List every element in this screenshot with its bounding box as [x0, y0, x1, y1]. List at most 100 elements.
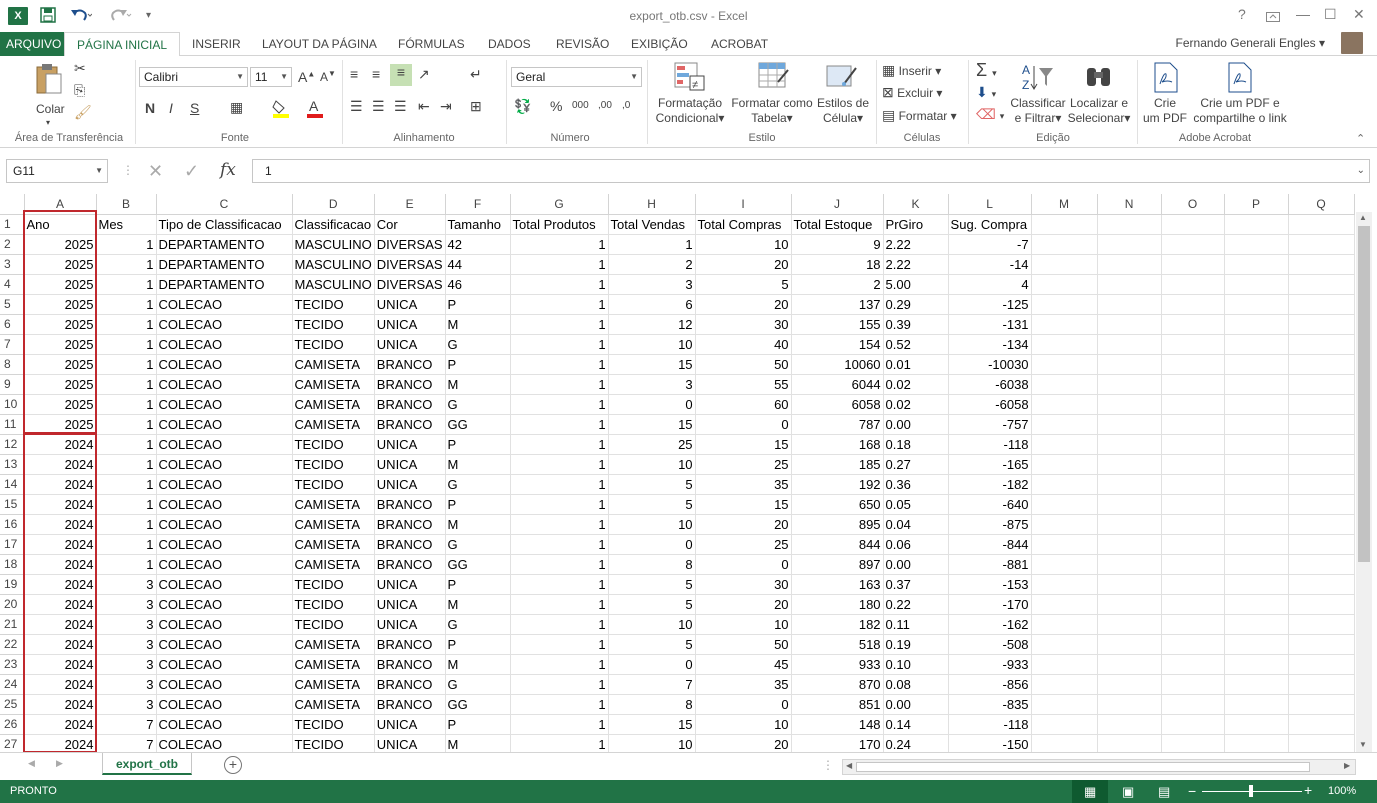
cell[interactable]: [1224, 434, 1289, 455]
cell[interactable]: [1224, 714, 1289, 735]
autosum-icon[interactable]: Σ ▾: [976, 60, 997, 81]
cell[interactable]: [1161, 614, 1225, 635]
cell[interactable]: 0.22: [883, 594, 949, 615]
cell[interactable]: [1031, 234, 1098, 255]
cell[interactable]: 3: [96, 594, 157, 615]
cell[interactable]: 2.22: [883, 254, 949, 275]
cell[interactable]: 182: [791, 614, 884, 635]
cell[interactable]: [1288, 294, 1355, 315]
cell[interactable]: [1031, 674, 1098, 695]
cell[interactable]: 787: [791, 414, 884, 435]
tab-split-grip-icon[interactable]: ⋮: [822, 758, 834, 772]
cell[interactable]: 3: [96, 694, 157, 715]
row-header[interactable]: 3: [0, 254, 25, 275]
cell[interactable]: 15: [695, 494, 792, 515]
cell[interactable]: 4: [948, 274, 1032, 295]
cell[interactable]: COLECAO: [156, 354, 293, 375]
cell[interactable]: BRANCO: [374, 354, 446, 375]
collapse-ribbon-icon[interactable]: ⌃: [1356, 132, 1365, 145]
cell[interactable]: 1: [96, 554, 157, 575]
ribbon-display-icon[interactable]: [1266, 9, 1280, 25]
cancel-formula-icon[interactable]: ✕: [148, 161, 163, 182]
cell[interactable]: 933: [791, 654, 884, 675]
cell[interactable]: 0.52: [883, 334, 949, 355]
cell[interactable]: 1: [96, 474, 157, 495]
select-all-corner[interactable]: [0, 194, 25, 215]
cell[interactable]: DEPARTAMENTO: [156, 234, 293, 255]
tab-revisao[interactable]: REVISÃO: [548, 32, 617, 56]
cell[interactable]: [1161, 254, 1225, 275]
cell[interactable]: CAMISETA: [292, 394, 375, 415]
row-header[interactable]: 2: [0, 234, 25, 255]
cell[interactable]: 5: [608, 634, 696, 655]
find-select-icon[interactable]: [1084, 62, 1114, 95]
cell[interactable]: 0.39: [883, 314, 949, 335]
cell[interactable]: [1224, 634, 1289, 655]
cell[interactable]: [1097, 374, 1162, 395]
cell[interactable]: CAMISETA: [292, 694, 375, 715]
cell[interactable]: COLECAO: [156, 694, 293, 715]
cell[interactable]: 1: [510, 694, 609, 715]
cell[interactable]: [1097, 314, 1162, 335]
cell[interactable]: [1224, 414, 1289, 435]
cell[interactable]: 185: [791, 454, 884, 475]
cell[interactable]: 12: [608, 314, 696, 335]
cell[interactable]: [1224, 734, 1289, 752]
cell[interactable]: 44: [445, 254, 511, 275]
cell[interactable]: 0.10: [883, 654, 949, 675]
cell[interactable]: MASCULINO: [292, 274, 375, 295]
cell[interactable]: [1097, 694, 1162, 715]
cell[interactable]: 7: [96, 714, 157, 735]
cell[interactable]: P: [445, 354, 511, 375]
cell[interactable]: [1097, 674, 1162, 695]
cell[interactable]: 0: [608, 394, 696, 415]
row-header[interactable]: 27: [0, 734, 25, 752]
cell[interactable]: 0: [608, 654, 696, 675]
cell[interactable]: -134: [948, 334, 1032, 355]
cell[interactable]: [1161, 214, 1225, 235]
cell[interactable]: [1288, 214, 1355, 235]
cell[interactable]: [1288, 334, 1355, 355]
add-sheet-icon[interactable]: +: [224, 756, 242, 774]
cell[interactable]: M: [445, 314, 511, 335]
cell[interactable]: UNICA: [374, 334, 446, 355]
cell[interactable]: [1224, 554, 1289, 575]
column-header[interactable]: J: [791, 194, 884, 215]
column-header[interactable]: O: [1161, 194, 1225, 215]
cell[interactable]: UNICA: [374, 614, 446, 635]
cell[interactable]: 1: [510, 614, 609, 635]
cell[interactable]: 25: [695, 454, 792, 475]
cell[interactable]: P: [445, 634, 511, 655]
cell[interactable]: Tamanho: [445, 214, 511, 235]
row-header[interactable]: 20: [0, 594, 25, 615]
cell[interactable]: 1: [510, 594, 609, 615]
cell[interactable]: [1161, 594, 1225, 615]
cell[interactable]: 8: [608, 554, 696, 575]
cell[interactable]: 9: [791, 234, 884, 255]
cell[interactable]: BRANCO: [374, 634, 446, 655]
cell[interactable]: M: [445, 594, 511, 615]
cell[interactable]: Cor: [374, 214, 446, 235]
cell[interactable]: 20: [695, 254, 792, 275]
cell[interactable]: [1031, 454, 1098, 475]
cell[interactable]: 154: [791, 334, 884, 355]
cut-icon[interactable]: ✂: [74, 60, 86, 77]
cell[interactable]: COLECAO: [156, 474, 293, 495]
cell[interactable]: [1097, 714, 1162, 735]
cell[interactable]: 0.02: [883, 374, 949, 395]
thousands-separator-icon[interactable]: 000: [572, 100, 589, 111]
cell[interactable]: 0.11: [883, 614, 949, 635]
column-header[interactable]: F: [445, 194, 511, 215]
cell[interactable]: 192: [791, 474, 884, 495]
cell[interactable]: Total Compras: [695, 214, 792, 235]
cell[interactable]: -844: [948, 534, 1032, 555]
cell[interactable]: 168: [791, 434, 884, 455]
cell[interactable]: Tipo de Classificacao: [156, 214, 293, 235]
cell[interactable]: 8: [608, 694, 696, 715]
cell[interactable]: 1: [510, 714, 609, 735]
cell[interactable]: G: [445, 474, 511, 495]
cell[interactable]: -6058: [948, 394, 1032, 415]
cell[interactable]: [1224, 294, 1289, 315]
cell[interactable]: 5: [608, 474, 696, 495]
cell[interactable]: [1097, 454, 1162, 475]
